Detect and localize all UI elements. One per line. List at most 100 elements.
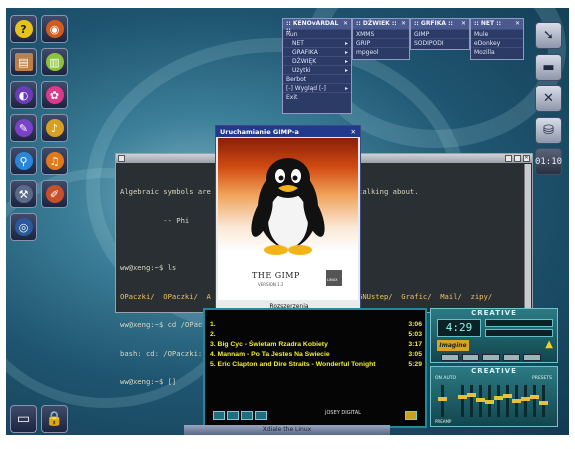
menu-item-xmms[interactable]: XMMS xyxy=(353,29,409,38)
desktop: ? ◉ ▤ ▥ ◐ ✿ ✎ ♪ ⚲ ♫ ⚒ ✐ ◎ ▭ 🔒 ➘ ▬ ✕ ⛁ 01… xyxy=(6,8,569,435)
slider-knob[interactable] xyxy=(438,397,447,401)
window-icon[interactable]: ▬ xyxy=(535,54,562,81)
playlist-item[interactable]: 1. 3:06 xyxy=(210,321,422,328)
slider-knob[interactable] xyxy=(521,397,530,401)
eq-band-slider[interactable] xyxy=(530,385,539,417)
menu-item-net[interactable]: NET ▸ xyxy=(283,38,351,47)
menu-item-exit[interactable]: Exit xyxy=(283,92,351,101)
slider-knob[interactable] xyxy=(512,399,521,403)
grafika-menu-title[interactable]: :: GRFIKA :: ✕ xyxy=(411,19,469,29)
volume-display[interactable] xyxy=(485,329,553,337)
playlist-item[interactable]: 3. Big Cyc - Świetam Rzadra Kobiety 3:17 xyxy=(210,341,422,348)
eq-band-slider[interactable] xyxy=(512,385,521,417)
eq-band-slider[interactable] xyxy=(494,385,503,417)
menu-item-berbot[interactable]: Berbot xyxy=(283,74,351,83)
paint-icon[interactable]: ✐ xyxy=(41,180,68,208)
terminal-scrollbar[interactable] xyxy=(524,164,531,311)
menu-item-edonkey[interactable]: eDonkey xyxy=(471,38,523,47)
playlist-item[interactable]: 5. Eric Clapton and Dire Straits - Wonde… xyxy=(210,361,422,368)
taskbar[interactable]: Xdiale the Linux xyxy=(184,425,390,435)
eq-band-slider[interactable] xyxy=(539,385,548,417)
gimp-titlebar[interactable]: Uruchamianie GIMP-a ✕ xyxy=(216,126,360,137)
maximize-icon[interactable] xyxy=(514,155,521,162)
slider-knob[interactable] xyxy=(476,398,485,402)
playlist-item[interactable]: 4. Mannam - Po Ta Jestes Na Swiecie 3:05 xyxy=(210,351,422,358)
grafika-menu: :: GRFIKA :: ✕ GIMP SODIPODI xyxy=(410,18,470,50)
menu-item-run[interactable]: Run xyxy=(283,29,351,38)
menu-item-grip[interactable]: GRIP xyxy=(353,38,409,47)
menu-item-mpgeol[interactable]: mpgeol xyxy=(353,47,409,56)
database-icon[interactable]: ⛁ xyxy=(535,117,562,144)
close-icon[interactable]: ✕ xyxy=(351,128,356,136)
track-title: 5. Eric Clapton and Dire Straits - Wonde… xyxy=(210,361,376,368)
gimp-splash-window: Uruchamianie GIMP-a ✕ THE GIMP VERSION 1.… xyxy=(215,125,361,335)
play-button[interactable] xyxy=(461,354,480,361)
menu-item-dzwiek[interactable]: DŹWIĘK ▸ xyxy=(283,56,351,65)
menu-item-mule[interactable]: Mule xyxy=(471,29,523,38)
menu-item-sodipodi[interactable]: SODIPODI xyxy=(411,38,469,47)
menu-item-grafika[interactable]: GRAFIKA ▸ xyxy=(283,47,351,56)
playlist-remove-button[interactable] xyxy=(227,411,239,420)
net-menu-title[interactable]: :: NET :: ✕ xyxy=(471,19,523,29)
slider-knob[interactable] xyxy=(458,395,467,399)
slider-knob[interactable] xyxy=(467,393,476,397)
playlist-add-button[interactable] xyxy=(213,411,225,420)
trash-icon[interactable]: ▥ xyxy=(41,48,68,76)
settings-orb-icon[interactable]: ✿ xyxy=(41,81,68,109)
graphics-icon[interactable]: ✎ xyxy=(10,114,37,142)
eq-presets-button[interactable]: PRESETS xyxy=(532,376,552,381)
slider-knob[interactable] xyxy=(539,401,548,405)
close-icon[interactable]: ✕ xyxy=(343,20,348,28)
pause-button[interactable] xyxy=(482,354,500,361)
preamp-slider[interactable] xyxy=(438,385,447,417)
dzwiek-menu-title[interactable]: :: DŹWIEK :: ✕ xyxy=(353,19,409,29)
monitor-icon[interactable]: ▭ xyxy=(10,405,37,433)
playlist-list-button[interactable] xyxy=(405,411,417,420)
menu-item-gimp[interactable]: GIMP xyxy=(411,29,469,38)
eq-on-toggle[interactable]: ON AUTO xyxy=(435,376,456,381)
minimize-icon[interactable] xyxy=(505,155,512,162)
eq-band-slider[interactable] xyxy=(476,385,485,417)
eye-icon[interactable]: ◎ xyxy=(10,213,37,241)
sound-icon[interactable]: ♫ xyxy=(41,147,68,175)
close-icon[interactable]: ✕ xyxy=(515,20,520,28)
window-menu-icon[interactable] xyxy=(118,155,125,162)
creative-equalizer: CREATIVE ON AUTO PRESETS PREAMP xyxy=(430,366,558,427)
close-icon[interactable]: ✕ xyxy=(401,20,406,28)
menu-item-label: Użytki xyxy=(292,67,311,74)
close-icon[interactable]: ✕ xyxy=(523,155,530,162)
menu-item-uzytki[interactable]: Użytki ▸ xyxy=(283,65,351,74)
previous-button[interactable] xyxy=(441,354,459,361)
eq-on-label: ON xyxy=(435,376,442,381)
help-icon[interactable]: ? xyxy=(10,15,37,43)
app-launcher-icon[interactable]: ➘ xyxy=(535,22,562,49)
eq-band-slider[interactable] xyxy=(467,385,476,417)
lock-icon[interactable]: 🔒 xyxy=(41,405,68,433)
eq-band-slider[interactable] xyxy=(521,385,530,417)
eq-band-slider[interactable] xyxy=(485,385,494,417)
slider-knob[interactable] xyxy=(494,396,503,400)
gimp-logo-text: THE GIMP xyxy=(252,271,300,280)
media-orb-icon[interactable]: ◐ xyxy=(10,81,37,109)
slider-knob[interactable] xyxy=(503,394,512,398)
menu-item-mozilla[interactable]: Mozilla xyxy=(471,47,523,56)
close-icon[interactable]: ✕ xyxy=(461,20,466,28)
eject-icon[interactable]: ▲ xyxy=(545,339,553,350)
playlist-select-button[interactable] xyxy=(241,411,253,420)
next-button[interactable] xyxy=(523,354,541,361)
main-menu-title[interactable]: :: KENOvARDAL :: ✕ xyxy=(283,19,351,34)
playlist-item[interactable]: 2. 5:03 xyxy=(210,331,422,338)
slider-knob[interactable] xyxy=(530,395,539,399)
stop-button[interactable] xyxy=(502,354,521,361)
menu-item-wyglad[interactable]: [-] Wygląd [-] ▸ xyxy=(283,83,351,92)
player-icon[interactable]: ♪ xyxy=(41,114,68,142)
cd-player-icon[interactable]: ◉ xyxy=(41,15,68,43)
file-manager-icon[interactable]: ▤ xyxy=(10,48,37,76)
tools-cross-icon[interactable]: ✕ xyxy=(535,85,562,112)
slider-knob[interactable] xyxy=(485,400,494,404)
playlist-misc-button[interactable] xyxy=(255,411,267,420)
tools-icon[interactable]: ⚒ xyxy=(10,180,37,208)
eq-band-slider[interactable] xyxy=(458,385,467,417)
network-icon[interactable]: ⚲ xyxy=(10,147,37,175)
eq-band-slider[interactable] xyxy=(503,385,512,417)
